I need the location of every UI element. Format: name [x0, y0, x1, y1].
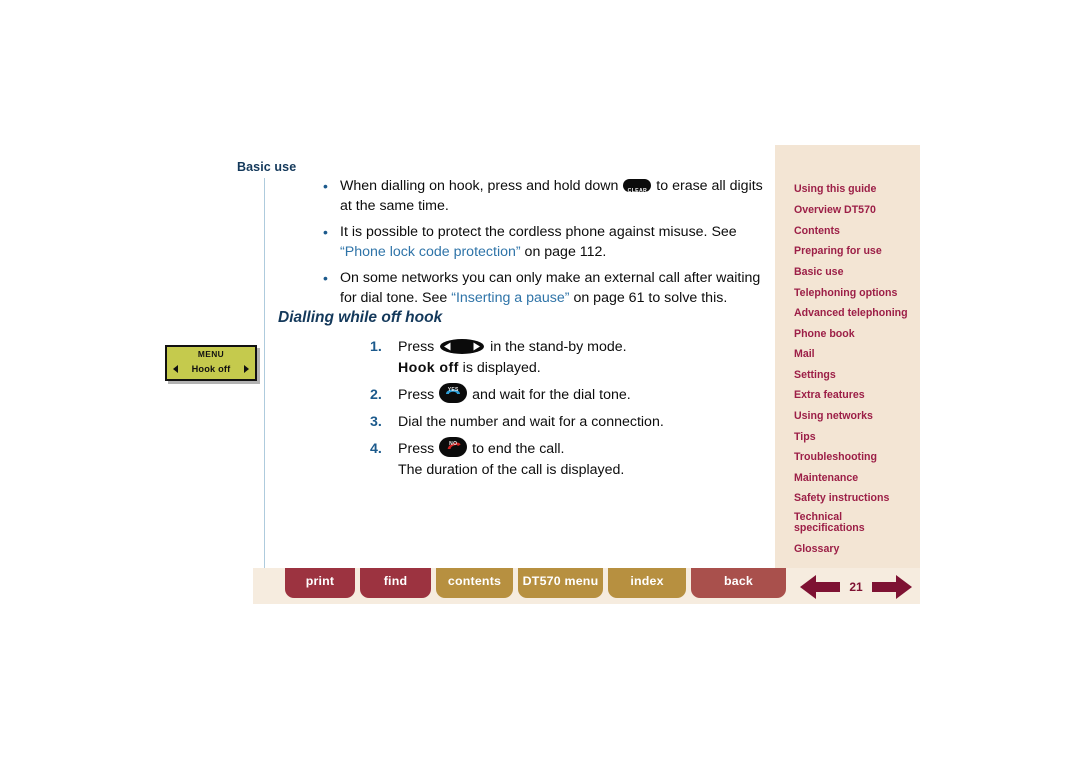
sidebar-item-technical-specifications[interactable]: Technical specifications	[794, 512, 914, 534]
lcd-display-callout: MENU Hook off	[165, 345, 257, 381]
sidebar-nav: Using this guide Overview DT570 Contents Pr…	[775, 145, 920, 568]
sidebar-item-mail[interactable]: Mail	[794, 348, 914, 360]
sidebar-item-safety-instructions[interactable]: Safety instructions	[794, 492, 914, 504]
bullet-text-before: It is possible to protect the cordless p…	[340, 224, 737, 240]
lcd-value: Hook off	[191, 364, 231, 374]
step-number: 4.	[370, 441, 382, 457]
step-display-word: Hook off	[398, 360, 459, 376]
sidebar-item-glossary[interactable]: Glossary	[794, 543, 914, 555]
bullet-list: • When dialling on hook, press and hold …	[320, 176, 775, 314]
sidebar-item-phone-book[interactable]: Phone book	[794, 328, 914, 340]
step-text: Press YES and wait for the dial tone.	[398, 383, 780, 406]
bullet-text-after: on page 112.	[520, 244, 607, 260]
step-text-after: in the stand-by mode.	[486, 339, 627, 355]
sidebar-item-extra-features[interactable]: Extra features	[794, 389, 914, 401]
sidebar-item-settings[interactable]: Settings	[794, 369, 914, 381]
footer-tab-contents[interactable]: contents	[436, 568, 513, 598]
step-number: 2.	[370, 387, 382, 403]
no-key-icon: NO	[439, 437, 468, 458]
sidebar-item-tips[interactable]: Tips	[794, 431, 914, 443]
bullet-marker: •	[323, 224, 328, 240]
sidebar-item-contents[interactable]: Contents	[794, 225, 914, 237]
sidebar-item-overview-dt570[interactable]: Overview DT570	[794, 204, 914, 216]
step-number: 3.	[370, 414, 382, 430]
sidebar-item-basic-use[interactable]: Basic use	[794, 266, 914, 278]
nav-rocker-key-icon	[440, 338, 485, 354]
clear-key-icon: CLEAR	[623, 178, 652, 194]
step-second-line: The duration of the call is displayed.	[398, 462, 625, 478]
bullet-text-before: When dialling on hook, press and hold do…	[340, 178, 623, 194]
step-text-after: to end the call.	[468, 441, 565, 457]
bullet-text: It is possible to protect the cordless p…	[340, 222, 775, 262]
step-item: 3. Dial the number and wait for a connec…	[370, 412, 780, 433]
cross-reference-link[interactable]: “Inserting a pause”	[451, 290, 569, 306]
step-text: Press in the stand-by mode. Hook off is …	[398, 337, 780, 379]
content-left-rule	[264, 178, 265, 568]
step-text-before: Press	[398, 339, 439, 355]
step-text-before: Press	[398, 387, 439, 403]
footer-tab-find[interactable]: find	[360, 568, 431, 598]
numbered-step-list: 1. Press in the stand-by mode. Hook off …	[370, 337, 780, 487]
bullet-text-after: on page 61 to solve this.	[569, 290, 728, 306]
step-text: Press NO to end the call. The duration o…	[398, 437, 780, 481]
sidebar-item-advanced-telephoning[interactable]: Advanced telephoning	[794, 307, 914, 319]
sidebar-item-using-networks[interactable]: Using networks	[794, 410, 914, 422]
sidebar-item-telephoning-options[interactable]: Telephoning options	[794, 287, 914, 299]
clear-key-label: CLEAR	[627, 187, 648, 194]
list-item: • It is possible to protect the cordless…	[320, 222, 775, 262]
footer-tab-index[interactable]: index	[608, 568, 686, 598]
step-item: 1. Press in the stand-by mode. Hook off …	[370, 337, 780, 379]
bullet-marker: •	[323, 178, 328, 194]
sidebar-item-maintenance[interactable]: Maintenance	[794, 472, 914, 484]
footer-tab-back[interactable]: back	[691, 568, 786, 598]
sidebar-item-troubleshooting[interactable]: Troubleshooting	[794, 451, 914, 463]
list-item: • When dialling on hook, press and hold …	[320, 176, 775, 216]
running-head: Basic use	[237, 160, 297, 174]
right-triangle-icon	[244, 365, 249, 373]
bullet-marker: •	[323, 270, 328, 286]
page-navigation: 21	[800, 572, 912, 602]
cross-reference-link[interactable]: “Phone lock code protection”	[340, 244, 521, 260]
lcd-softkey-label: MENU	[197, 349, 225, 359]
footer-tab-dt570-menu[interactable]: DT570 menu	[518, 568, 603, 598]
page-number: 21	[849, 580, 863, 594]
step-number: 1.	[370, 339, 382, 355]
bullet-text: On some networks you can only make an ex…	[340, 268, 775, 308]
no-key-label: NO	[449, 441, 458, 448]
list-item: • On some networks you can only make an …	[320, 268, 775, 308]
step-text-after: and wait for the dial tone.	[468, 387, 631, 403]
yes-key-label: YES	[447, 387, 459, 394]
step-text-before: Press	[398, 441, 439, 457]
section-heading: Dialling while off hook	[278, 309, 443, 326]
step-text: Dial the number and wait for a connectio…	[398, 414, 664, 430]
step-second-line: is displayed.	[458, 360, 541, 376]
footer-tab-print[interactable]: print	[285, 568, 355, 598]
sidebar-item-using-this-guide[interactable]: Using this guide	[794, 183, 914, 195]
yes-key-icon: YES	[439, 383, 468, 404]
step-item: 4. Press NO to end the call. The duratio…	[370, 437, 780, 481]
step-item: 2. Press YES and wait for the dial tone.	[370, 383, 780, 406]
bullet-text: When dialling on hook, press and hold do…	[340, 176, 775, 216]
sidebar-item-preparing-for-use[interactable]: Preparing for use	[794, 245, 914, 257]
